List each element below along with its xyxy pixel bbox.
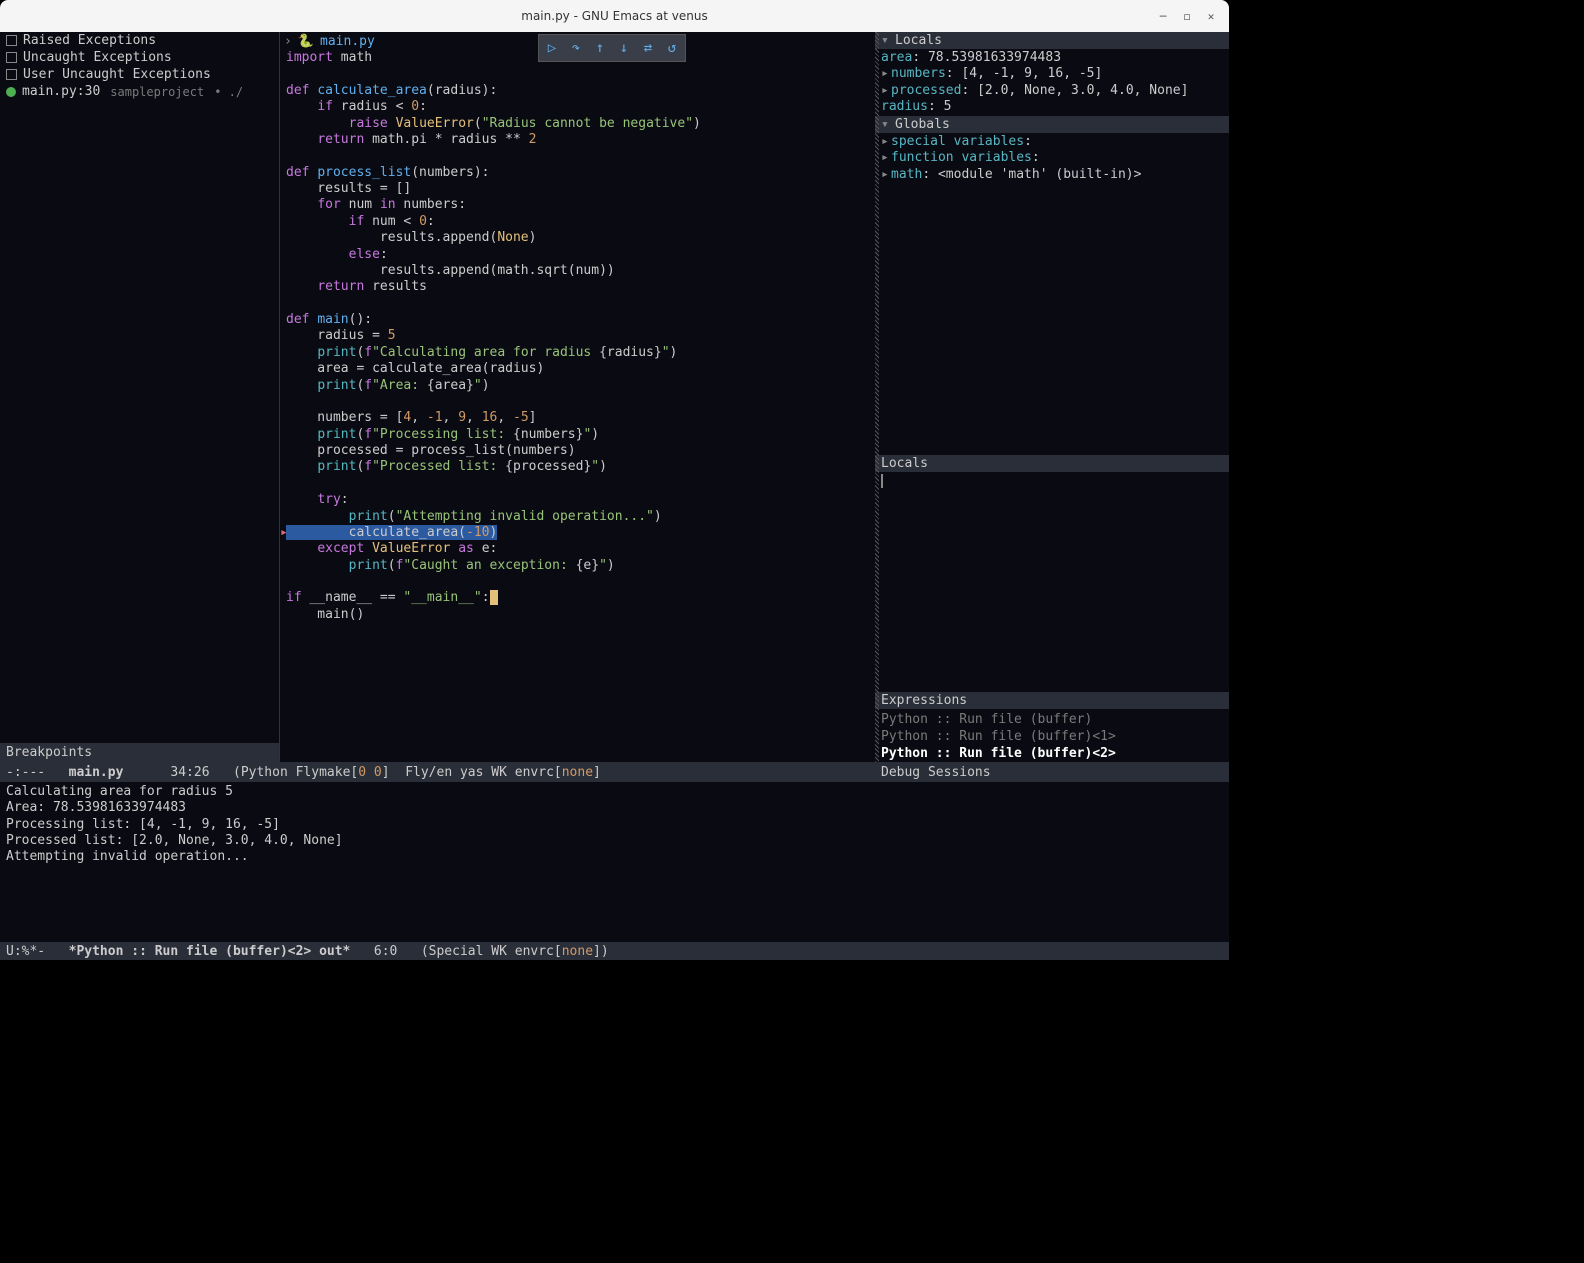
breakpoints-panel: Raised Exceptions Uncaught Exceptions Us… xyxy=(0,32,280,762)
expand-right-icon: ▸ xyxy=(881,134,891,150)
breakpoint-active-icon xyxy=(6,87,16,97)
debug-sessions-list: Python :: Run file (buffer) Python :: Ru… xyxy=(875,711,1229,762)
python-icon: 🐍 xyxy=(298,34,314,49)
maximize-button[interactable]: ◻ xyxy=(1177,6,1197,26)
checkbox-icon xyxy=(6,35,17,46)
modeline-output: U:%*- *Python :: Run file (buffer)<2> ou… xyxy=(0,942,1229,960)
debug-toolbar: ▷ ↷ ↑ ↓ ⇄ ↺ xyxy=(538,34,686,62)
globals-body: ▸special variables: ▸function variables:… xyxy=(875,133,1229,184)
globals-header[interactable]: ▾Globals xyxy=(875,116,1229,133)
panel-cursor xyxy=(881,474,883,488)
expand-right-icon: ▸ xyxy=(881,150,891,166)
var-row[interactable]: area: 78.53981633974483 xyxy=(881,50,1223,66)
var-row[interactable]: ▸numbers: [4, -1, 9, 16, -5] xyxy=(881,66,1223,82)
code-editor[interactable]: › 🐍 main.py ▷ ↷ ↑ ↓ ⇄ ↺ import math def … xyxy=(280,32,875,762)
step-out-icon[interactable]: ↑ xyxy=(589,37,611,59)
continue-icon[interactable]: ▷ xyxy=(541,37,563,59)
restart-icon[interactable]: ↺ xyxy=(661,37,683,59)
step-over-icon[interactable]: ↷ xyxy=(565,37,587,59)
var-row[interactable]: ▸function variables: xyxy=(881,150,1223,166)
expressions-header[interactable]: Expressions xyxy=(875,692,1229,709)
var-row[interactable]: radius: 5 xyxy=(881,99,1223,115)
var-row[interactable]: ▸special variables: xyxy=(881,134,1223,150)
output-line: Processed list: [2.0, None, 3.0, 4.0, No… xyxy=(6,833,1223,849)
step-in-icon[interactable]: ↓ xyxy=(613,37,635,59)
window-title: main.py - GNU Emacs at venus xyxy=(521,9,707,23)
checkbox-icon xyxy=(6,52,17,63)
checkbox-icon xyxy=(6,69,17,80)
debug-session[interactable]: Python :: Run file (buffer) xyxy=(875,711,1229,728)
locals-header[interactable]: ▾Locals xyxy=(875,32,1229,49)
expand-down-icon: ▾ xyxy=(881,33,891,48)
output-line: Calculating area for radius 5 xyxy=(6,784,1223,800)
cursor xyxy=(490,590,498,605)
var-row[interactable]: ▸math: <module 'math' (built-in)> xyxy=(881,167,1223,183)
output-line: Attempting invalid operation... xyxy=(6,849,1223,865)
breakpoint-item[interactable]: main.py:30 sampleproject • ./ xyxy=(0,83,279,100)
debug-session[interactable]: Python :: Run file (buffer)<1> xyxy=(875,728,1229,745)
locals-body: area: 78.53981633974483 ▸numbers: [4, -1… xyxy=(875,49,1229,116)
exception-toggle[interactable]: Uncaught Exceptions xyxy=(0,49,279,66)
expand-right-icon: ▸ xyxy=(881,66,891,82)
modeline-sessions: Debug Sessions xyxy=(875,762,1229,782)
exception-toggle[interactable]: Raised Exceptions xyxy=(0,32,279,49)
debug-session[interactable]: Python :: Run file (buffer)<2> xyxy=(875,745,1229,762)
debug-side-panel: ▾Locals area: 78.53981633974483 ▸numbers… xyxy=(875,32,1229,762)
locals2-header[interactable]: Locals xyxy=(875,455,1229,472)
expand-down-icon: ▾ xyxy=(881,117,891,132)
close-button[interactable]: ✕ xyxy=(1201,6,1221,26)
titlebar: main.py - GNU Emacs at venus ─ ◻ ✕ xyxy=(0,0,1229,32)
code-content[interactable]: import math def calculate_area(radius): … xyxy=(280,50,875,623)
exception-toggle[interactable]: User Uncaught Exceptions xyxy=(0,66,279,83)
output-panel[interactable]: Calculating area for radius 5 Area: 78.5… xyxy=(0,782,1229,942)
expand-right-icon: ▸ xyxy=(881,167,891,183)
modeline-editor: -:--- main.py 34:26 (Python Flymake[0 0]… xyxy=(0,762,875,782)
output-line: Processing list: [4, -1, 9, 16, -5] xyxy=(6,817,1223,833)
minimize-button[interactable]: ─ xyxy=(1153,6,1173,26)
editor-filename: main.py xyxy=(320,34,375,49)
detach-icon[interactable]: ⇄ xyxy=(637,37,659,59)
breakpoints-header: Breakpoints xyxy=(0,743,279,762)
chevron-right-icon: › xyxy=(284,34,292,49)
output-line: Area: 78.53981633974483 xyxy=(6,800,1223,816)
var-row[interactable]: ▸processed: [2.0, None, 3.0, 4.0, None] xyxy=(881,83,1223,99)
expand-right-icon: ▸ xyxy=(881,83,891,99)
